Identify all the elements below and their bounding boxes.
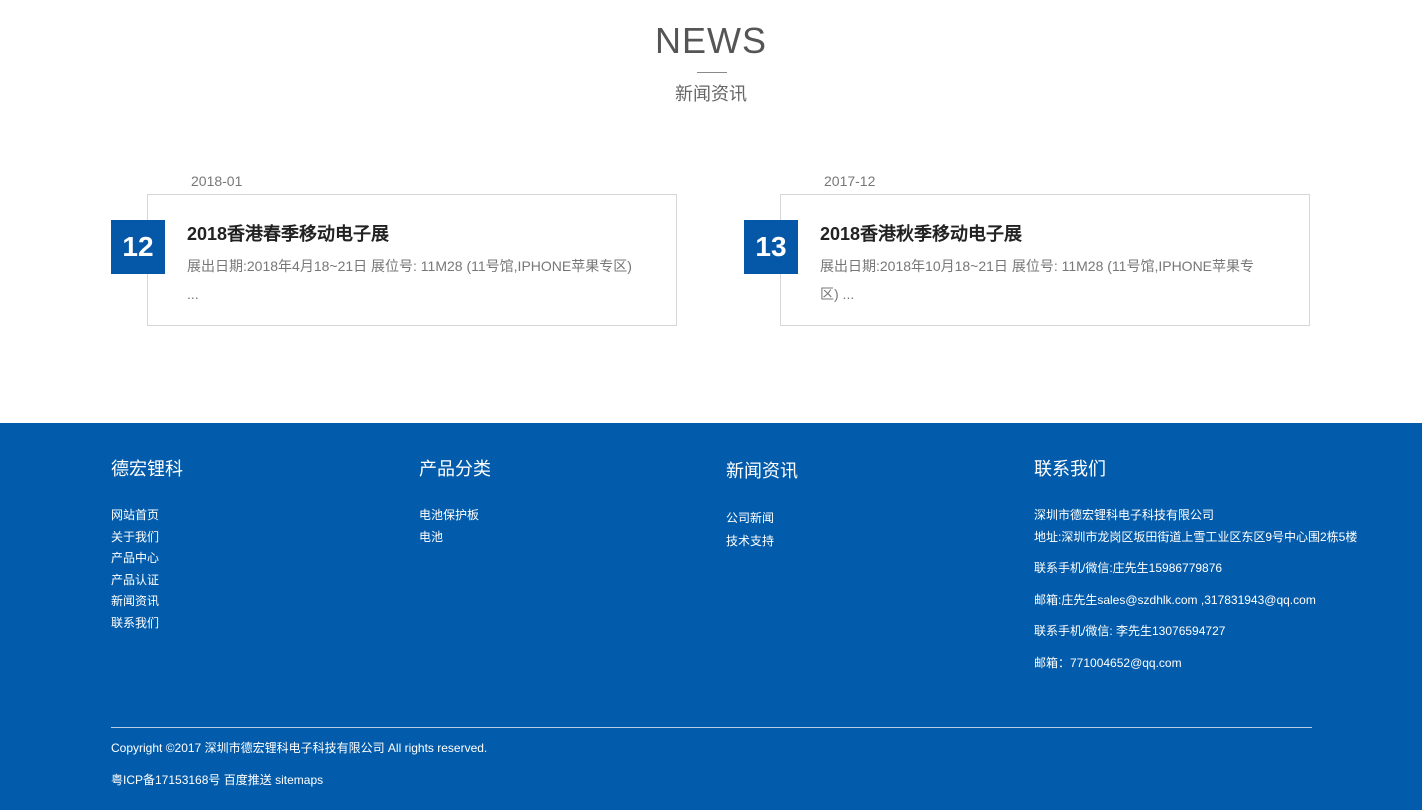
- news-item-summary: 展出日期:2018年4月18~21日 展位号: 11M28 (11号馆,IPHO…: [187, 258, 632, 302]
- news-item-month: 2017-12: [824, 173, 876, 189]
- contact-email-1: 邮箱:庄先生sales@szdhlk.com ,317831943@qq.com: [1034, 592, 1316, 607]
- contact-email-2: 邮箱：771004652@qq.com: [1034, 655, 1182, 670]
- footer-link-tech-support[interactable]: 技术支持: [726, 530, 798, 553]
- footer-column-contact: 联系我们 深圳市德宏锂科电子科技有限公司 地址:深圳市龙岗区坂田街道上雪工业区东…: [1034, 457, 1357, 685]
- footer-link-products[interactable]: 产品中心: [111, 548, 183, 570]
- contact-phone-block: 联系手机/微信: 李先生13076594727: [1034, 621, 1357, 643]
- news-item-day-badge: 13: [744, 220, 798, 274]
- news-section-title: NEWS: [655, 20, 767, 61]
- news-item-title-link[interactable]: 2018香港春季移动电子展: [187, 222, 389, 246]
- footer-link-company-news[interactable]: 公司新闻: [726, 507, 798, 530]
- footer-heading: 联系我们: [1034, 459, 1106, 479]
- footer-link-about[interactable]: 关于我们: [111, 527, 183, 549]
- contact-company-name: 深圳市德宏锂科电子科技有限公司: [1034, 508, 1215, 522]
- contact-email-block: 邮箱:庄先生sales@szdhlk.com ,317831943@qq.com: [1034, 590, 1357, 612]
- sitemaps-link[interactable]: sitemaps: [275, 773, 323, 787]
- contact-address: 地址:深圳市龙岗区坂田街道上雪工业区东区9号中心围2栋5楼: [1034, 529, 1358, 544]
- footer-link-certification[interactable]: 产品认证: [111, 570, 183, 592]
- site-footer: 德宏锂科 网站首页 关于我们 产品中心 产品认证 新闻资讯 联系我们 产品分类 …: [0, 423, 1422, 810]
- footer-heading: 德宏锂科: [111, 459, 183, 479]
- footer-column-company: 德宏锂科 网站首页 关于我们 产品中心 产品认证 新闻资讯 联系我们: [111, 457, 183, 635]
- news-item[interactable]: 2018-01 12 2018香港春季移动电子展 展出日期:2018年4月18~…: [111, 168, 681, 330]
- news-item[interactable]: 2017-12 13 2018香港秋季移动电子展 展出日期:2018年10月18…: [744, 168, 1314, 330]
- footer-divider: [111, 727, 1312, 728]
- contact-phone-block: 联系手机/微信:庄先生15986779876: [1034, 558, 1357, 580]
- footer-icp-line: 粤ICP备17153168号 百度推送 sitemaps: [111, 772, 323, 788]
- footer-heading: 产品分类: [419, 459, 491, 479]
- news-item-month: 2018-01: [191, 173, 243, 189]
- icp-link[interactable]: 粤ICP备17153168号: [111, 773, 220, 787]
- news-section-subtitle: 新闻资讯: [675, 84, 747, 104]
- baidu-push-link[interactable]: 百度推送: [224, 773, 272, 787]
- footer-column-categories: 产品分类 电池保护板 电池: [419, 457, 491, 548]
- contact-email-block: 邮箱：771004652@qq.com: [1034, 653, 1357, 675]
- contact-phone-1: 联系手机/微信:庄先生15986779876: [1034, 561, 1223, 576]
- news-item-summary: 展出日期:2018年10月18~21日 展位号: 11M28 (11号馆,IPH…: [820, 258, 1255, 302]
- contact-company-block: 深圳市德宏锂科电子科技有限公司 地址:深圳市龙岗区坂田街道上雪工业区东区9号中心…: [1034, 505, 1357, 548]
- news-title-divider: [697, 72, 727, 73]
- contact-phone-2: 联系手机/微信: 李先生13076594727: [1034, 624, 1226, 639]
- footer-link-battery[interactable]: 电池: [419, 527, 491, 549]
- footer-link-news[interactable]: 新闻资讯: [111, 591, 183, 613]
- news-item-title-link[interactable]: 2018香港秋季移动电子展: [820, 222, 1022, 246]
- page: NEWS 新闻资讯 2018-01 12 2018香港春季移动电子展 展出日期:…: [0, 0, 1422, 810]
- footer-column-news: 新闻资讯 公司新闻 技术支持: [726, 457, 798, 553]
- footer-heading: 新闻资讯: [726, 461, 798, 481]
- footer-link-contact[interactable]: 联系我们: [111, 613, 183, 635]
- news-item-day-badge: 12: [111, 220, 165, 274]
- footer-link-protection-board[interactable]: 电池保护板: [419, 505, 491, 527]
- footer-copyright: Copyright ©2017 深圳市德宏锂科电子科技有限公司 All righ…: [111, 741, 488, 755]
- footer-link-home[interactable]: 网站首页: [111, 505, 183, 527]
